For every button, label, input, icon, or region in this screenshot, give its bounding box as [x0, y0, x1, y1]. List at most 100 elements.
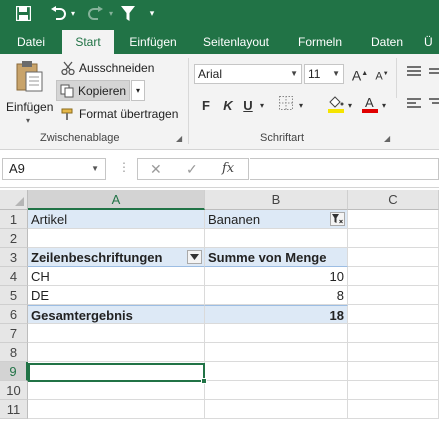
insert-function-icon[interactable]: fx — [222, 161, 234, 176]
fill-color-dropdown-icon[interactable]: ▾ — [345, 96, 355, 116]
paste-button[interactable]: Einfügen ▾ — [4, 58, 54, 128]
italic-button[interactable]: K — [218, 96, 238, 116]
cell-c4[interactable] — [348, 267, 439, 286]
cell-b3[interactable]: Summe von Menge — [205, 248, 348, 267]
shrink-font-icon[interactable]: A▼ — [372, 64, 392, 84]
cell-c5[interactable] — [348, 286, 439, 305]
cell-a2[interactable] — [28, 229, 205, 248]
cancel-icon[interactable]: ✕ — [150, 161, 162, 178]
cut-button[interactable]: Ausschneiden — [58, 58, 156, 78]
row-header-7[interactable]: 7 — [0, 324, 28, 343]
cell-c10[interactable] — [348, 381, 439, 400]
cell-c8[interactable] — [348, 343, 439, 362]
cell-b7[interactable] — [205, 324, 348, 343]
cell-b8[interactable] — [205, 343, 348, 362]
cell-b4[interactable]: 10 — [205, 267, 348, 286]
tab-review[interactable]: Ü — [424, 30, 439, 54]
cell-a1[interactable]: Artikel — [28, 210, 205, 229]
row-header-11[interactable]: 11 — [0, 400, 28, 419]
column-header-c[interactable]: C — [348, 190, 439, 210]
format-painter-button[interactable]: Format übertragen — [58, 104, 180, 124]
column-header-b[interactable]: B — [205, 190, 348, 210]
cell-a10[interactable] — [28, 381, 205, 400]
underline-dropdown-icon[interactable]: ▾ — [257, 96, 267, 116]
customize-qat-icon[interactable]: ▾ — [146, 0, 158, 26]
font-launcher-icon[interactable]: ◢ — [384, 134, 390, 143]
row-header-2[interactable]: 2 — [0, 229, 28, 248]
tab-file[interactable]: Datei — [8, 30, 54, 54]
ribbon-separator — [188, 58, 189, 144]
more-icon[interactable]: ⋮ — [118, 160, 130, 174]
cell-a8[interactable] — [28, 343, 205, 362]
tab-insert[interactable]: Einfügen — [122, 30, 184, 54]
cell-b2[interactable] — [205, 229, 348, 248]
cell-b10[interactable] — [205, 381, 348, 400]
cell-a11[interactable] — [28, 400, 205, 419]
align-top-icon[interactable] — [404, 64, 424, 84]
cell-c11[interactable] — [348, 400, 439, 419]
row-labels-dropdown-icon[interactable] — [187, 250, 202, 264]
align-center-icon[interactable] — [426, 96, 439, 116]
cell-a6[interactable]: Gesamtergebnis — [28, 305, 205, 324]
row-header-4[interactable]: 4 — [0, 267, 28, 286]
formula-input[interactable] — [250, 158, 439, 180]
cell-b6[interactable]: 18 — [205, 305, 348, 324]
row-header-8[interactable]: 8 — [0, 343, 28, 362]
cell-b5[interactable]: 8 — [205, 286, 348, 305]
cell-c6[interactable] — [348, 305, 439, 324]
tab-start[interactable]: Start — [62, 30, 114, 54]
redo-dropdown-icon[interactable]: ▾ — [106, 0, 116, 26]
borders-dropdown-icon[interactable]: ▾ — [296, 96, 306, 116]
borders-icon[interactable] — [276, 96, 296, 116]
row-header-1[interactable]: 1 — [0, 210, 28, 229]
table-row — [28, 229, 439, 248]
tab-page-layout[interactable]: Seitenlayout — [194, 30, 278, 54]
font-color-dropdown-icon[interactable]: ▾ — [379, 96, 389, 116]
cell-a3[interactable]: Zeilenbeschriftungen — [28, 248, 205, 267]
confirm-icon[interactable]: ✓ — [186, 161, 198, 178]
cell-c1[interactable] — [348, 210, 439, 229]
font-color-icon[interactable]: A — [360, 94, 380, 114]
copy-dropdown-icon[interactable]: ▾ — [131, 80, 145, 101]
bold-button[interactable]: F — [196, 96, 216, 116]
fill-handle[interactable] — [201, 378, 207, 384]
undo-icon[interactable] — [48, 0, 68, 26]
active-cell-selection[interactable] — [28, 363, 205, 382]
row-header-6[interactable]: 6 — [0, 305, 28, 324]
name-box[interactable]: A9 ▼ — [2, 158, 106, 180]
align-left-icon[interactable] — [404, 96, 424, 116]
redo-icon[interactable] — [86, 0, 106, 26]
copy-button[interactable]: Kopieren — [56, 80, 130, 101]
row-header-3[interactable]: 3 — [0, 248, 28, 267]
fill-color-icon[interactable] — [326, 94, 346, 114]
row-header-10[interactable]: 10 — [0, 381, 28, 400]
undo-dropdown-icon[interactable]: ▾ — [68, 0, 78, 26]
cell-c2[interactable] — [348, 229, 439, 248]
cell-a7[interactable] — [28, 324, 205, 343]
cell-c7[interactable] — [348, 324, 439, 343]
cell-c3[interactable] — [348, 248, 439, 267]
grow-font-icon[interactable]: A▲ — [350, 64, 370, 84]
cell-a5[interactable]: DE — [28, 286, 205, 305]
row-header-9[interactable]: 9 — [0, 362, 28, 381]
filter-icon[interactable] — [118, 0, 138, 26]
cell-b1[interactable]: Bananen — [205, 210, 348, 229]
cell-a4[interactable]: CH — [28, 267, 205, 286]
pivot-filter-icon[interactable] — [330, 212, 345, 226]
cell-c9[interactable] — [348, 362, 439, 381]
table-row: Artikel Bananen — [28, 210, 439, 229]
font-name-combo[interactable]: Arial ▼ — [194, 64, 302, 84]
underline-button[interactable]: U — [238, 96, 258, 116]
cell-b11[interactable] — [205, 400, 348, 419]
tab-data[interactable]: Daten — [362, 30, 412, 54]
align-middle-icon[interactable] — [426, 64, 439, 84]
tab-formulas[interactable]: Formeln — [290, 30, 350, 54]
row-header-5[interactable]: 5 — [0, 286, 28, 305]
clipboard-launcher-icon[interactable]: ◢ — [176, 134, 182, 143]
cell-b1-value: Bananen — [208, 212, 261, 227]
column-header-a[interactable]: A — [28, 190, 205, 210]
select-all-button[interactable] — [0, 190, 28, 210]
font-size-combo[interactable]: 11 ▼ — [304, 64, 344, 84]
cell-b9[interactable] — [205, 362, 348, 381]
save-icon[interactable] — [12, 0, 34, 26]
